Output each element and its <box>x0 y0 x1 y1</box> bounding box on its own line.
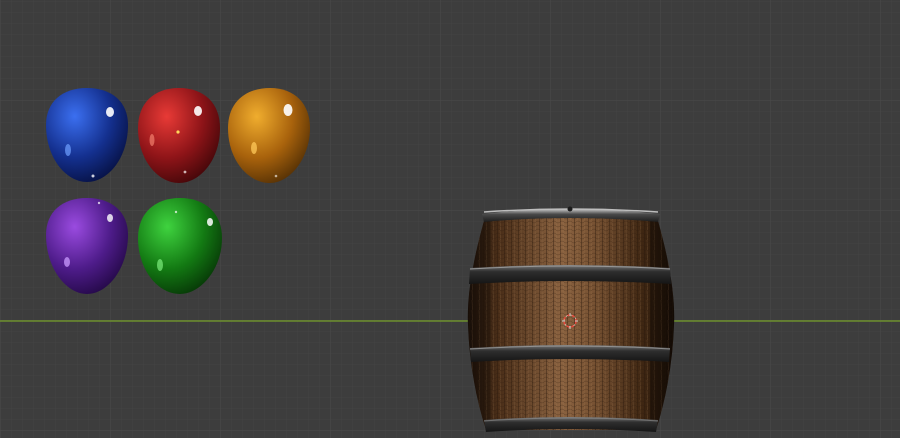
viewport-grid <box>0 0 900 438</box>
3d-viewport[interactable] <box>0 0 900 438</box>
barrel[interactable] <box>460 206 680 436</box>
